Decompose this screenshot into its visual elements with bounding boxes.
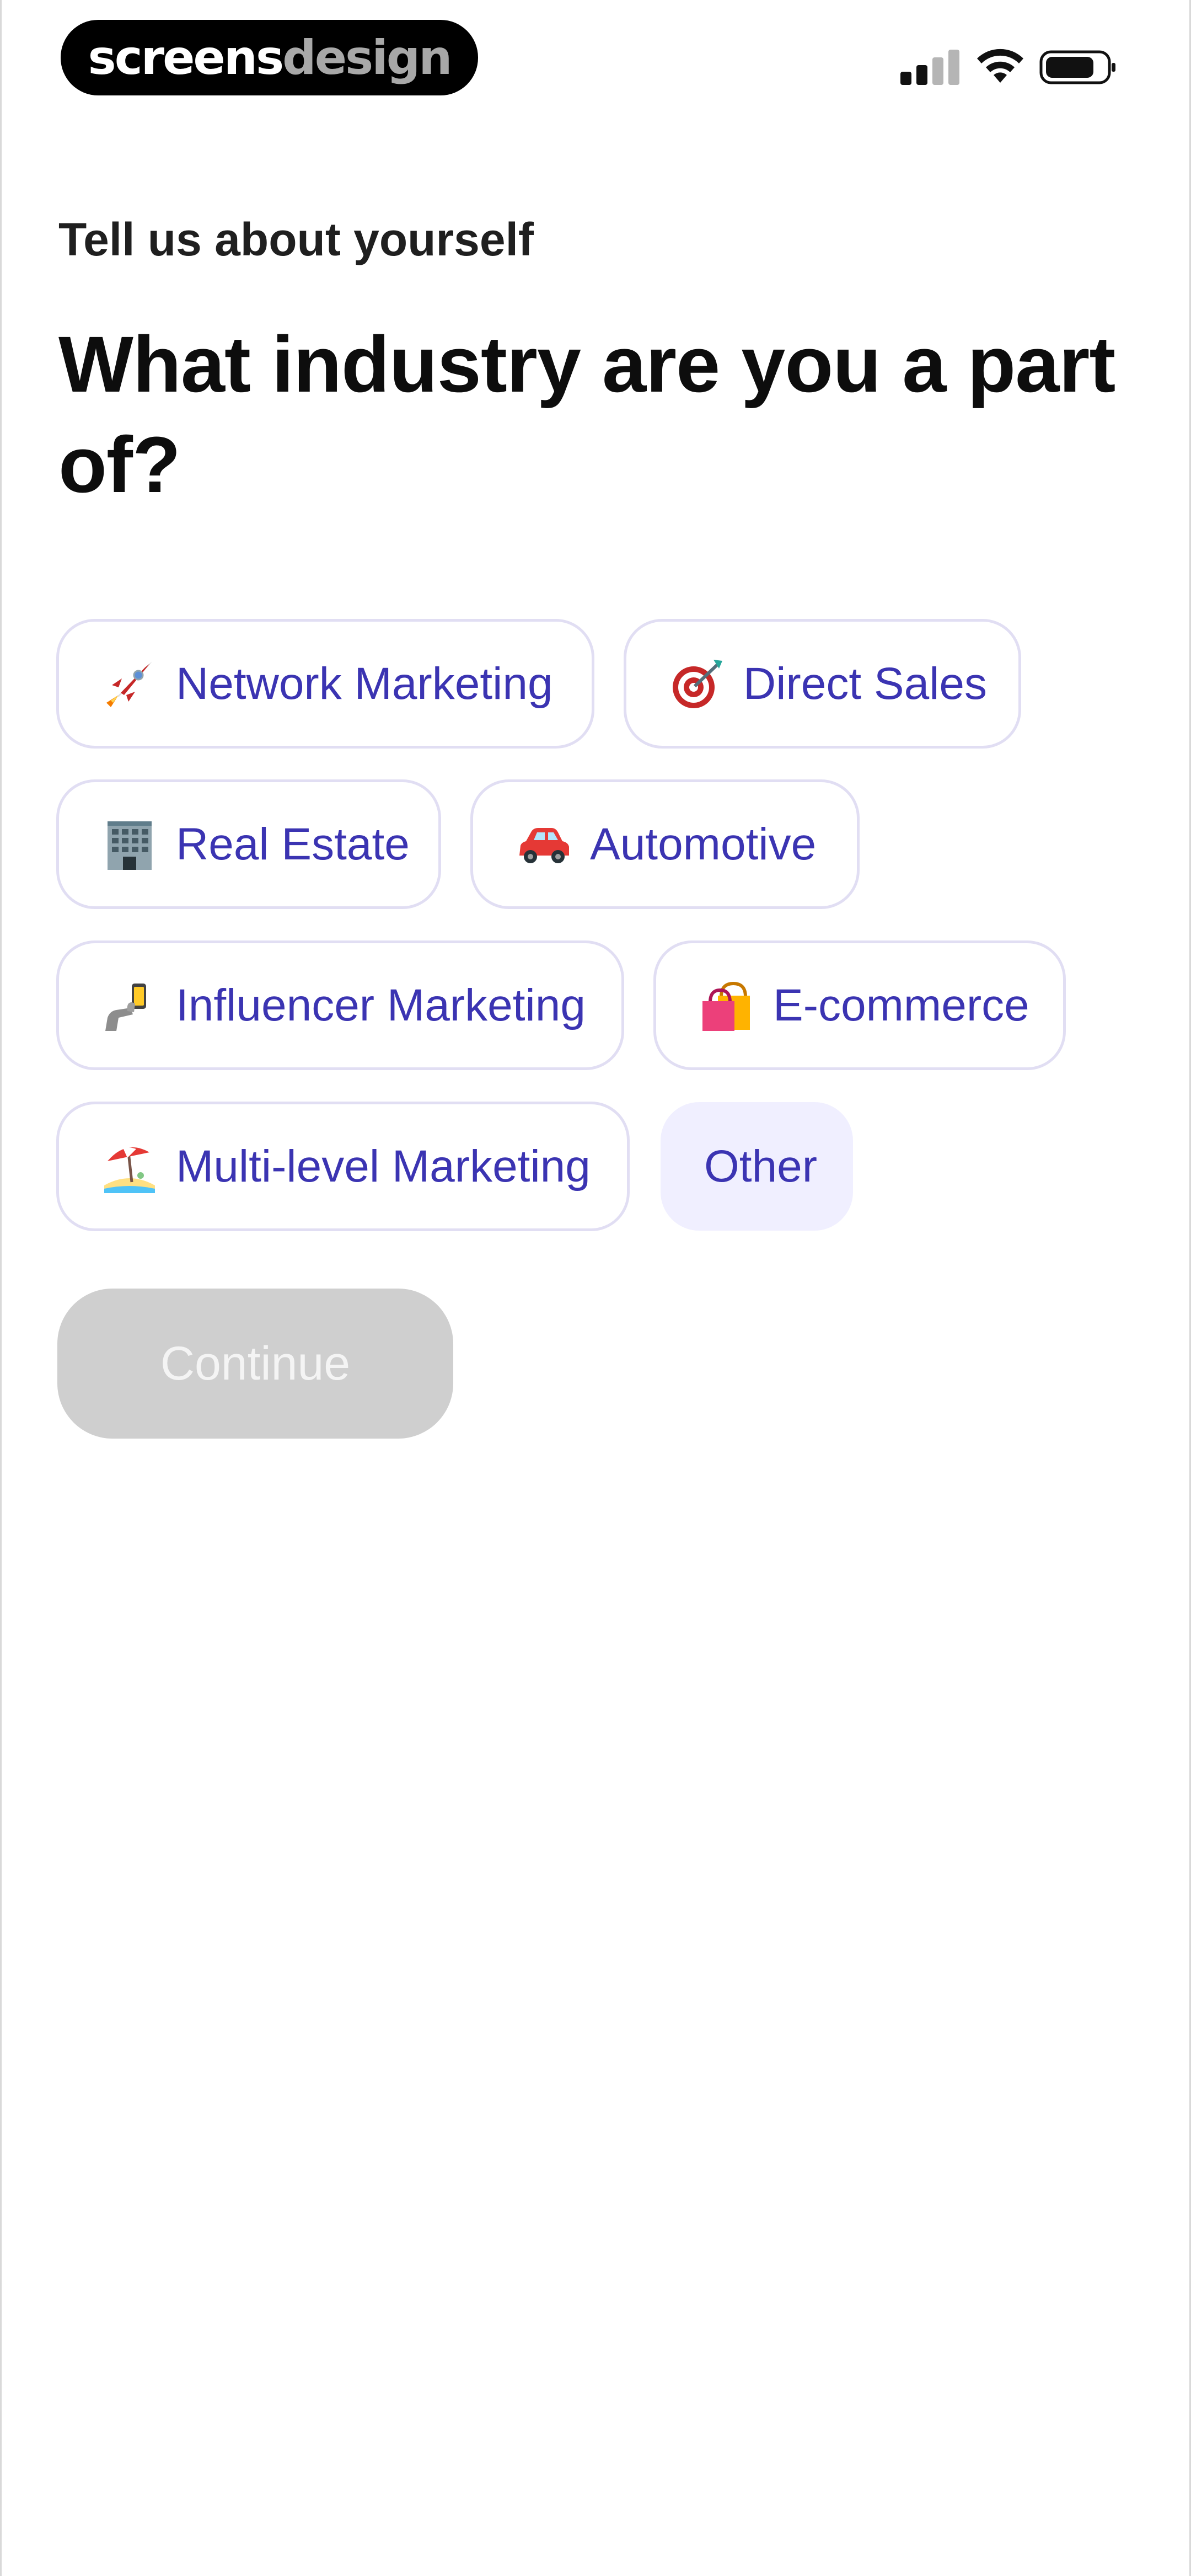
option-automotive[interactable]: Automotive	[470, 779, 860, 909]
battery-icon	[1039, 50, 1115, 84]
option-label: Other	[704, 1141, 818, 1191]
target-icon	[673, 659, 722, 708]
rocket-icon	[106, 661, 152, 707]
option-direct-sales[interactable]: Direct Sales	[624, 619, 1021, 749]
option-label: Influencer Marketing	[176, 980, 586, 1030]
option-label: Real Estate	[176, 819, 410, 869]
option-label: Multi-level Marketing	[176, 1141, 591, 1191]
continue-button[interactable]: Continue	[57, 1289, 453, 1439]
brand-logo-part1: screens	[88, 30, 285, 85]
option-label: Network Marketing	[176, 658, 553, 709]
option-real-estate[interactable]: Real Estate	[56, 779, 441, 909]
option-influencer-marketing[interactable]: Influencer Marketing	[56, 940, 624, 1070]
option-label: E-commerce	[773, 980, 1029, 1030]
brand-logo-part2: design	[282, 30, 452, 85]
option-multi-level-marketing[interactable]: Multi-level Marketing	[56, 1102, 630, 1231]
selfie-icon	[105, 983, 146, 1031]
wifi-icon	[977, 49, 1023, 83]
brand-logo: screens design	[61, 20, 478, 95]
signal-icon	[900, 50, 959, 85]
status-icons	[900, 47, 1121, 86]
screen: screens design Tell us about yourself Wha…	[0, 0, 1191, 2576]
shopping-bags-icon	[702, 981, 750, 1031]
beach-umbrella-icon	[104, 1147, 155, 1193]
option-other[interactable]: Other	[661, 1102, 853, 1231]
option-label: Direct Sales	[743, 658, 988, 709]
option-e-commerce[interactable]: E-commerce	[653, 940, 1066, 1070]
option-network-marketing[interactable]: Network Marketing	[56, 619, 594, 749]
section-eyebrow: Tell us about yourself	[58, 213, 534, 265]
office-building-icon	[108, 821, 152, 870]
option-label: Automotive	[590, 819, 817, 869]
page-title: What industry are you a part of?	[58, 320, 1115, 509]
car-icon	[519, 827, 569, 863]
